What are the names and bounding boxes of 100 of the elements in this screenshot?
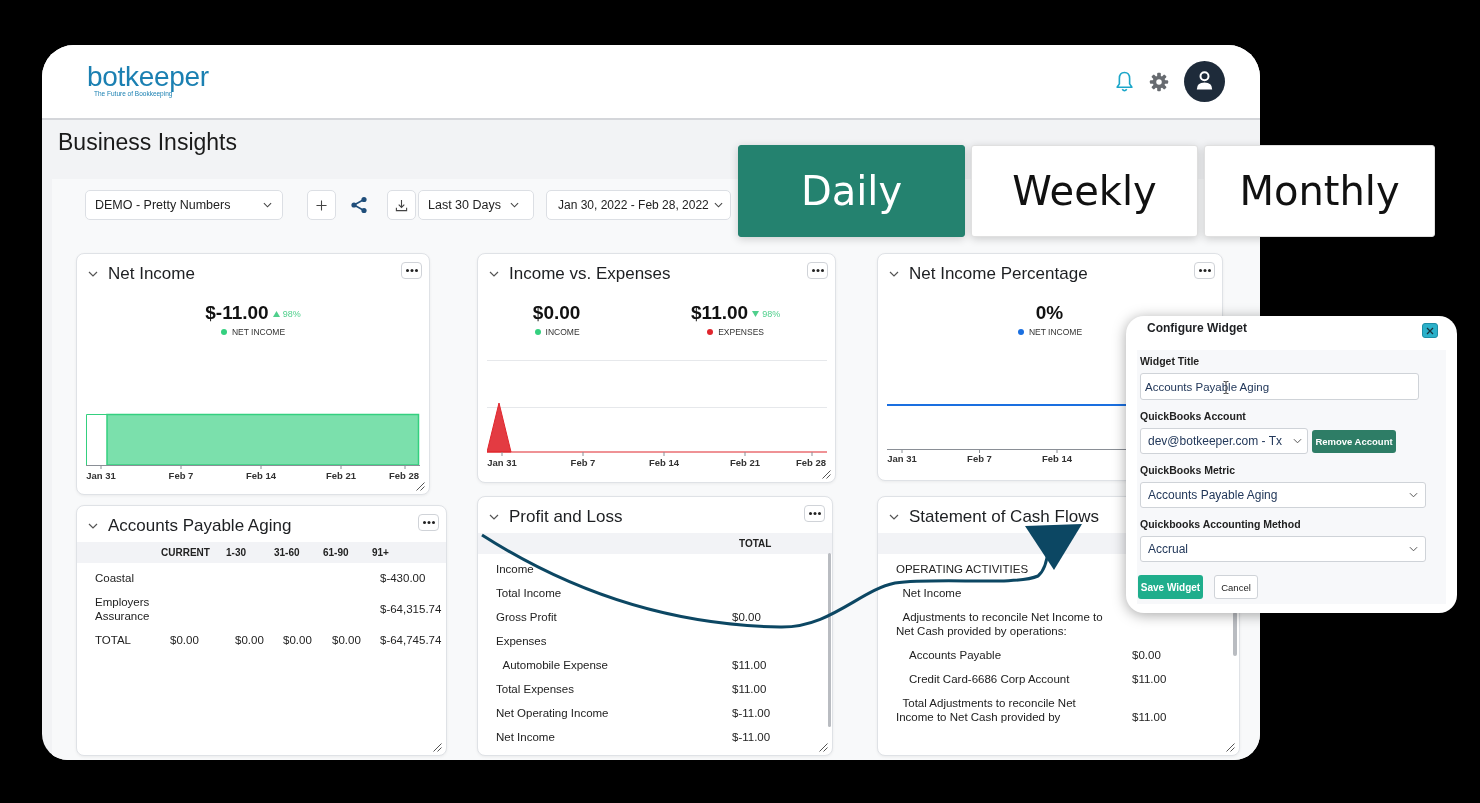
avatar-icon[interactable] — [1184, 61, 1225, 102]
text-input[interactable]: Accounts Payable Aging — [1140, 373, 1419, 400]
notification-bell-icon[interactable] — [1115, 70, 1134, 93]
row-value: $11.00 — [732, 682, 768, 696]
row-label: Automobile Expense — [501, 658, 609, 672]
row-label: Total Expenses — [496, 682, 575, 696]
row-label: Income — [496, 562, 535, 576]
axis-label: Feb 28 — [795, 457, 826, 468]
axis-label: Jan 31 — [887, 453, 917, 464]
chevron-down-icon[interactable] — [489, 514, 499, 520]
axis-label: Feb 7 — [967, 453, 992, 464]
row-label: Gross Profit — [496, 610, 558, 624]
close-button[interactable] — [1422, 323, 1438, 338]
dialog-title: Configure Widget — [1147, 321, 1247, 335]
date-picker[interactable]: Jan 30, 2022 - Feb 28, 2022 — [546, 190, 731, 220]
legend-label: EXPENSES — [718, 327, 764, 337]
row-label: Total Adjustments to reconcile Net Income to Net Cash provided by — [896, 696, 1077, 724]
more-options-button[interactable] — [807, 262, 828, 279]
row-label: Total Income — [496, 586, 563, 600]
share-icon[interactable] — [350, 196, 368, 214]
row-value: $-11.00 — [732, 730, 772, 744]
cancel-button[interactable]: Cancel — [1214, 575, 1258, 599]
resize-handle-icon[interactable] — [819, 743, 828, 752]
column-header: 1-30 — [226, 547, 247, 558]
more-options-button[interactable] — [804, 505, 825, 522]
period-tab[interactable]: Weekly — [971, 145, 1198, 237]
page-title: Business Insights — [58, 128, 237, 156]
date-range-select[interactable]: Last 30 Days — [418, 190, 534, 220]
axis-label: Feb 21 — [325, 470, 357, 481]
change-percent: 98% — [762, 308, 781, 320]
change-percent: 98% — [282, 308, 301, 320]
resize-handle-icon[interactable] — [822, 470, 831, 479]
column-header: 61-90 — [323, 547, 350, 558]
metric-value: $-11.00 — [205, 302, 269, 324]
row-label: Accounts Payable — [908, 648, 1003, 662]
metric-value: $11.00 — [691, 302, 749, 324]
axis-label: Feb 7 — [570, 457, 596, 468]
logo-wordmark[interactable]: botkeeper — [87, 63, 209, 90]
row-label: Expenses — [496, 634, 548, 648]
widget-title: Profit and Loss — [509, 507, 623, 527]
column-header: 91+ — [372, 547, 390, 558]
row-value: $0.00 — [732, 610, 762, 624]
chevron-down-icon[interactable] — [889, 514, 899, 520]
row-label: Coastal — [95, 571, 135, 585]
row-label: Net Income — [496, 730, 556, 744]
add-widget-button[interactable] — [307, 190, 336, 220]
chevron-down-icon — [1293, 438, 1302, 444]
close-icon — [1426, 326, 1434, 335]
field-label: QuickBooks Account — [1140, 409, 1246, 423]
chevron-down-icon[interactable] — [889, 271, 899, 277]
more-options-button[interactable] — [401, 262, 422, 279]
period-tab[interactable]: Daily — [738, 145, 965, 237]
chevron-down-icon[interactable] — [489, 271, 499, 277]
table-cell-text: $0.00 — [282, 633, 313, 647]
row-value: $11.00 — [1132, 710, 1168, 724]
chevron-down-icon — [714, 202, 723, 208]
resize-handle-icon[interactable] — [1226, 743, 1235, 752]
download-button[interactable] — [387, 190, 416, 220]
field-label: QuickBooks Metric — [1140, 463, 1236, 477]
row-value: $0.00 — [1132, 648, 1162, 662]
more-options-button[interactable] — [1194, 262, 1215, 279]
legend-label: INCOME — [545, 327, 580, 337]
more-options-button[interactable] — [418, 514, 439, 531]
axis-label: Feb 28 — [388, 470, 419, 481]
settings-icon[interactable] — [1149, 71, 1169, 92]
widget-title: Net Income Percentage — [909, 264, 1088, 284]
dropdown-select[interactable]: Accrual — [1140, 536, 1426, 562]
remove-account-button[interactable]: Remove Account — [1312, 429, 1396, 453]
row-label: Net Income — [901, 586, 963, 600]
dashboard-select[interactable]: DEMO - Pretty Numbers — [85, 190, 283, 220]
metric-value: $0.00 — [532, 302, 581, 324]
metric-value: 0% — [1035, 302, 1064, 324]
widget-title: Net Income — [108, 264, 195, 284]
chevron-down-icon[interactable] — [88, 271, 98, 277]
table-cell-text: $-64,745.74 — [379, 633, 443, 647]
dropdown-select[interactable]: Accounts Payable Aging — [1140, 482, 1426, 508]
resize-handle-icon[interactable] — [416, 482, 425, 491]
chevron-down-icon — [1409, 546, 1418, 552]
column-header: 31-60 — [274, 547, 301, 558]
axis-label: Feb 14 — [245, 470, 277, 481]
table-cell-text: $0.00 — [234, 633, 265, 647]
row-label: Adjustments to reconcile Net Income to Net Cash provided by operations: — [896, 610, 1104, 638]
scrollbar-thumb[interactable] — [828, 553, 831, 727]
axis-label: Jan 31 — [487, 457, 517, 468]
resize-handle-icon[interactable] — [433, 743, 442, 752]
table-cell-text: $0.00 — [169, 633, 200, 647]
row-label: TOTAL — [95, 633, 132, 647]
chevron-down-icon — [263, 202, 272, 208]
account-select[interactable]: dev@botkeeper.com - Tx — [1140, 428, 1308, 454]
widget-title: Accounts Payable Aging — [108, 516, 292, 536]
chevron-down-icon[interactable] — [88, 523, 98, 529]
table-cell-text: $-430.00 — [379, 571, 427, 585]
axis-label: Feb 21 — [729, 457, 761, 468]
legend-label: NET INCOME — [231, 327, 286, 337]
period-tab[interactable]: Monthly — [1204, 145, 1435, 237]
legend-label: NET INCOME — [1028, 327, 1083, 337]
axis-label: Feb 14 — [1041, 453, 1073, 464]
scrollbar-thumb[interactable] — [1233, 612, 1237, 656]
row-value: $-11.00 — [732, 706, 772, 720]
field-label: Widget Title — [1140, 354, 1200, 368]
